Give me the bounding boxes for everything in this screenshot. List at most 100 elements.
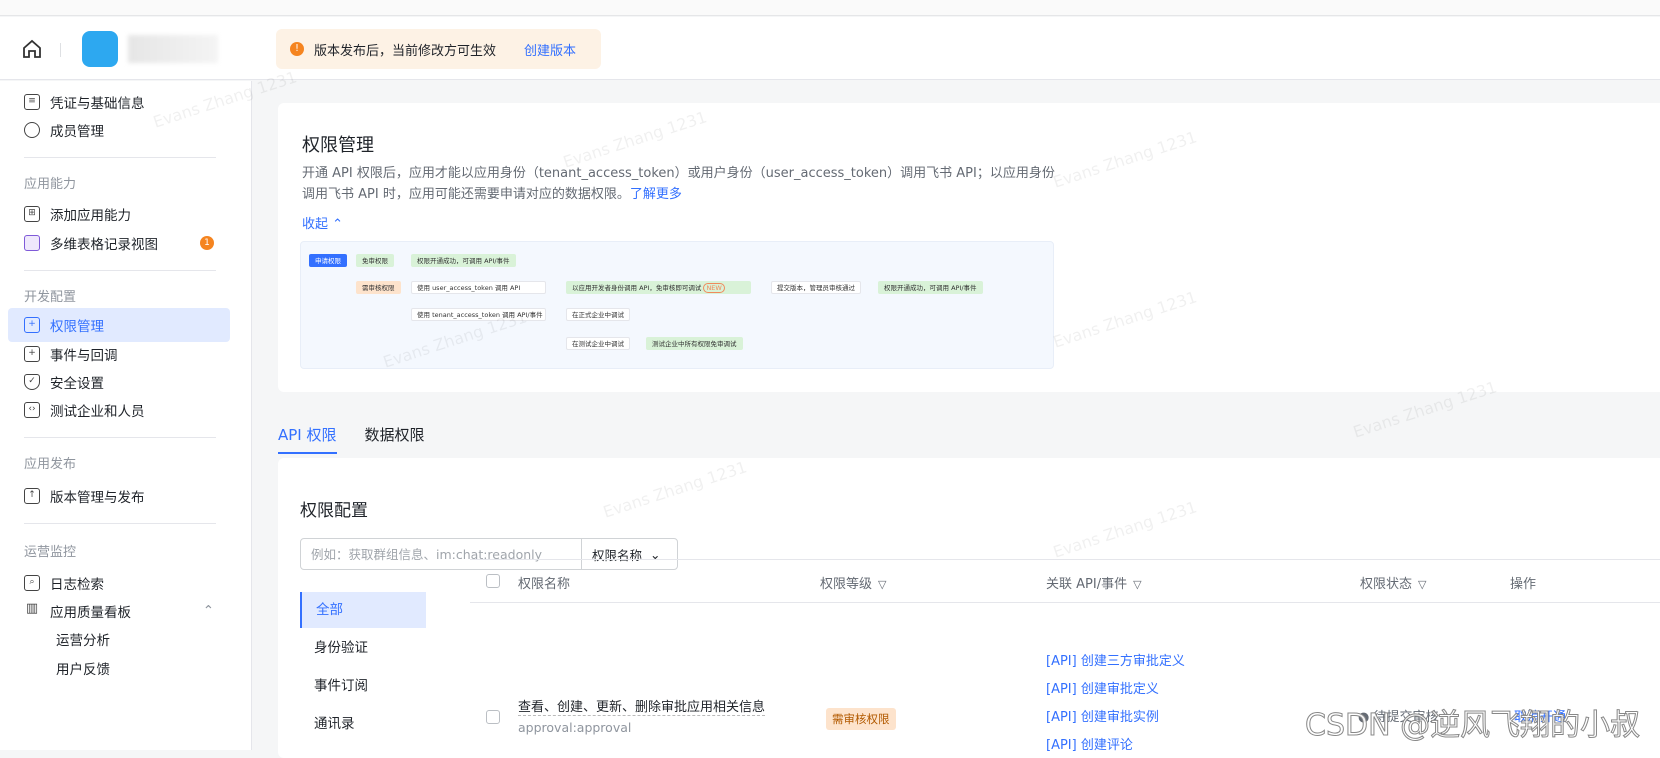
divider — [24, 523, 216, 524]
permission-config-card: 权限配置 权限名称⌄ 全部 身份验证 事件订阅 通讯录 权限名称 权限等级▽ 关… — [278, 458, 1660, 758]
tab-data-permissions[interactable]: 数据权限 — [365, 412, 425, 454]
flow-node: 需审核权限 — [356, 281, 401, 294]
id-card-icon: ≡ — [24, 94, 40, 110]
app-name-blurred — [128, 35, 218, 63]
category-contacts[interactable]: 通讯录 — [300, 706, 426, 742]
user-add-icon — [24, 122, 40, 138]
home-icon[interactable] — [20, 37, 44, 61]
page-title: 权限管理 — [302, 135, 374, 156]
status: ● 待提交审核 — [1358, 710, 1439, 725]
status-text: 待提交审核 — [1373, 710, 1439, 725]
chevron-up-icon: ⌃ — [332, 217, 344, 232]
api-link[interactable]: [API] 创建审批实例 — [1046, 706, 1159, 725]
column-label: 权限状态 — [1360, 577, 1413, 592]
category-auth[interactable]: 身份验证 — [300, 630, 426, 666]
sidebar: ≡ 凭证与基础信息 成员管理 应用能力 ⊞ 添加应用能力 多维表格记录视图 1 开发配… — [0, 81, 252, 750]
group-title: 运营监控 — [24, 545, 77, 560]
tab-api-permissions[interactable]: API 权限 — [278, 412, 337, 454]
permission-name[interactable]: 查看、创建、更新、删除审批应用相关信息 — [518, 696, 766, 716]
shield-icon: ✓ — [24, 374, 40, 390]
divider — [60, 43, 61, 57]
api-link[interactable]: [API] 创建评论 — [1046, 734, 1133, 753]
browser-strip — [0, 0, 1660, 16]
column-header: 权限名称 — [518, 577, 571, 592]
publish-notice: ! 版本发布后，当前修改方可生效 创建版本 — [276, 29, 601, 69]
sidebar-label: 用户反馈 — [56, 662, 110, 678]
flow-node: 在测试企业中调试 — [566, 337, 630, 350]
group-title: 应用发布 — [24, 457, 77, 472]
api-link[interactable]: [API] 创建三方审批定义 — [1046, 650, 1185, 669]
chevron-up-icon[interactable]: ⌃ — [203, 603, 214, 619]
sidebar-label: 添加应用能力 — [50, 208, 131, 224]
group-title: 应用能力 — [24, 177, 77, 192]
chart-icon: ▥ — [25, 601, 39, 616]
description: 开通 API 权限后，应用才能以应用身份（tenant_access_token… — [302, 163, 1062, 205]
column-label: 权限等级 — [820, 577, 873, 592]
flow-node: 免审权限 — [356, 254, 394, 267]
divider — [24, 437, 216, 438]
flow-node: 权限开通成功，可调用 API/事件 — [878, 281, 983, 294]
column-header-api[interactable]: 关联 API/事件 ▽ — [1046, 573, 1142, 592]
flow-text: 以应用开发者身份调用 API，免审核即可调试 — [572, 284, 702, 292]
divider — [24, 157, 216, 158]
sidebar-label: 测试企业和人员 — [50, 404, 145, 420]
sidebar-label: 凭证与基础信息 — [50, 96, 145, 112]
apps-icon: ⊞ — [24, 206, 40, 222]
collapse-label: 收起 — [302, 217, 329, 232]
collapse-toggle[interactable]: 收起 ⌃ — [302, 213, 343, 232]
create-version-link[interactable]: 创建版本 — [524, 40, 576, 59]
learn-more-link[interactable]: 了解更多 — [630, 187, 682, 202]
upload-icon: ↑ — [24, 488, 40, 504]
top-header: ! 版本发布后，当前修改方可生效 创建版本 — [0, 17, 1660, 80]
permission-flow-diagram: 申请权限 免审权限 权限开通成功，可调用 API/事件 需审核权限 使用 use… — [300, 241, 1054, 369]
sidebar-item-members[interactable]: 成员管理 — [8, 113, 230, 147]
section-title: 权限配置 — [300, 501, 368, 521]
warning-icon: ! — [290, 42, 304, 56]
filter-icon[interactable]: ▽ — [1418, 578, 1426, 591]
sidebar-item-test-tenants[interactable]: ‹› 测试企业和人员 — [8, 393, 230, 427]
flow-node: 测试企业中所有权限免审调试 — [646, 337, 743, 350]
app-logo[interactable] — [82, 31, 118, 67]
level-tag: 需审核权限 — [826, 708, 896, 730]
flow-node: 使用 tenant_access_token 调用 API/事件 — [411, 308, 546, 321]
sidebar-item-versions[interactable]: ↑ 版本管理与发布 — [8, 479, 230, 513]
column-label: 关联 API/事件 — [1046, 577, 1128, 592]
notification-badge: 1 — [200, 236, 214, 250]
filter-icon[interactable]: ▽ — [878, 578, 886, 591]
sidebar-label: 多维表格记录视图 — [50, 237, 158, 253]
permission-scope: approval:approval — [518, 720, 632, 735]
column-header: 操作 — [1510, 577, 1537, 592]
group-title: 开发配置 — [24, 290, 77, 305]
cancel-permission-button[interactable]: 取消开通 — [1514, 706, 1566, 725]
event-icon: + — [24, 346, 40, 362]
sidebar-label: 安全设置 — [50, 376, 104, 392]
flow-node: 申请权限 — [309, 254, 347, 267]
select-all-checkbox[interactable] — [486, 574, 500, 588]
column-header-level[interactable]: 权限等级 ▽ — [820, 573, 886, 592]
sidebar-item-feedback[interactable]: 用户反馈 — [8, 651, 230, 685]
flow-node: 权限开通成功，可调用 API/事件 — [411, 254, 516, 267]
category-all[interactable]: 全部 — [300, 592, 426, 628]
column-header-status[interactable]: 权限状态 ▽ — [1360, 573, 1426, 592]
sidebar-label: 日志检索 — [50, 577, 104, 593]
filter-icon[interactable]: ▽ — [1133, 578, 1141, 591]
category-events[interactable]: 事件订阅 — [300, 668, 426, 704]
api-link[interactable]: [API] 创建审批定义 — [1046, 678, 1159, 697]
sidebar-label: 运营分析 — [56, 633, 110, 649]
permission-intro-card: 权限管理 开通 API 权限后，应用才能以应用身份（tenant_access_… — [278, 103, 1660, 392]
divider — [24, 270, 216, 271]
sidebar-label: 应用质量看板 — [50, 605, 131, 621]
sidebar-label: 版本管理与发布 — [50, 490, 145, 506]
flow-node: 以应用开发者身份调用 API，免审核即可调试 NEW — [566, 281, 751, 294]
flow-node: 提交版本，管理员审核通过 — [771, 281, 861, 294]
sidebar-label: 权限管理 — [50, 319, 104, 335]
flow-node: 使用 user_access_token 调用 API — [411, 281, 546, 294]
sidebar-label: 成员管理 — [50, 124, 104, 140]
table-icon — [24, 235, 40, 251]
flow-node: 在正式企业中调试 — [566, 308, 630, 321]
lock-icon: + — [24, 317, 40, 333]
new-badge: NEW — [703, 283, 725, 293]
row-checkbox[interactable] — [486, 710, 500, 724]
code-icon: ‹› — [24, 402, 40, 418]
sidebar-item-bitable-view[interactable]: 多维表格记录视图 1 — [8, 226, 230, 260]
